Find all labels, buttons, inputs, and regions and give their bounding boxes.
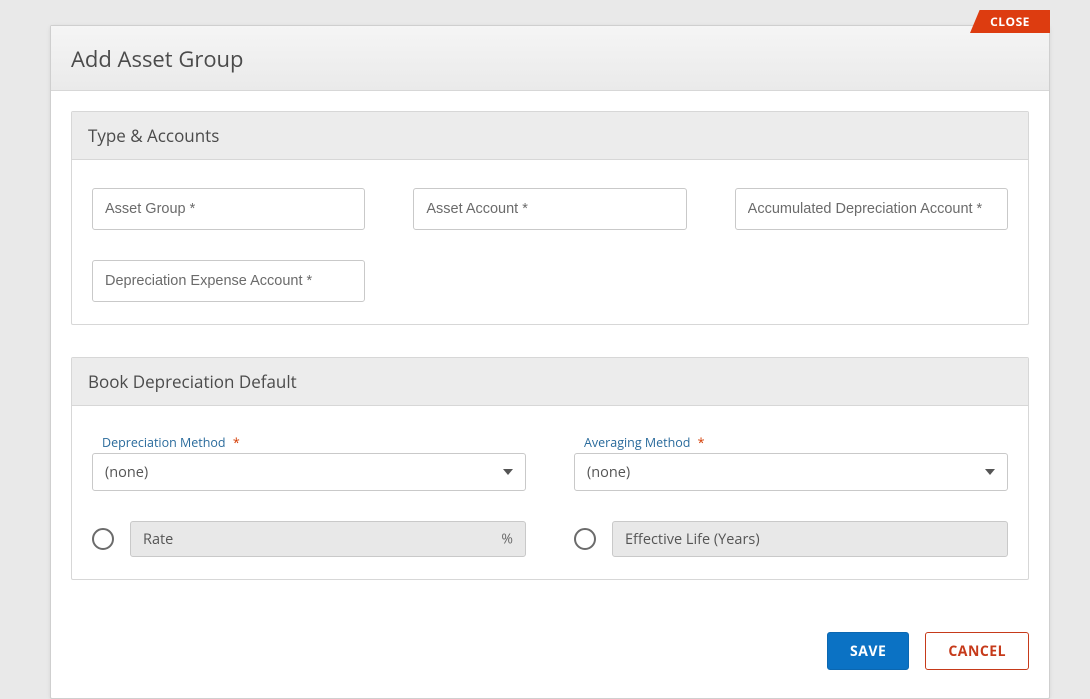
- rate-radio[interactable]: [92, 528, 114, 550]
- effective-life-field[interactable]: Effective Life (Years): [612, 521, 1008, 557]
- rate-option: Rate %: [92, 521, 526, 557]
- depreciation-method-value: (none): [105, 463, 148, 482]
- panel-book-depreciation: Book Depreciation Default Depreciation M…: [71, 357, 1029, 580]
- panel-type-accounts-body: [72, 160, 1028, 324]
- chevron-down-icon: [503, 469, 513, 475]
- modal-title: Add Asset Group: [71, 44, 1029, 74]
- averaging-method-group: Averaging Method * (none): [574, 434, 1008, 491]
- panel-type-accounts-title: Type & Accounts: [72, 112, 1028, 160]
- effective-life-radio[interactable]: [574, 528, 596, 550]
- effective-life-label: Effective Life (Years): [625, 530, 760, 549]
- percent-icon: %: [501, 530, 513, 549]
- chevron-down-icon: [985, 469, 995, 475]
- panel-book-depreciation-body: Depreciation Method * (none) Averaging M…: [72, 406, 1028, 579]
- panel-type-accounts: Type & Accounts: [71, 111, 1029, 325]
- asset-group-input[interactable]: [92, 188, 365, 230]
- averaging-method-select[interactable]: (none): [574, 453, 1008, 491]
- required-mark: *: [233, 434, 240, 451]
- depreciation-method-label: Depreciation Method *: [102, 434, 526, 451]
- modal-header: Add Asset Group: [51, 26, 1049, 91]
- rate-field[interactable]: Rate %: [130, 521, 526, 557]
- close-label: CLOSE: [990, 13, 1030, 30]
- required-mark: *: [698, 434, 705, 451]
- accumulated-depreciation-account-input[interactable]: [735, 188, 1008, 230]
- panel-book-depreciation-title: Book Depreciation Default: [72, 358, 1028, 406]
- depreciation-expense-account-input[interactable]: [92, 260, 365, 302]
- modal: CLOSE Add Asset Group Type & Accounts Bo…: [50, 25, 1050, 699]
- modal-body: Type & Accounts Book Depreciation Defaul…: [51, 91, 1049, 632]
- asset-account-input[interactable]: [413, 188, 686, 230]
- save-button[interactable]: SAVE: [827, 632, 909, 670]
- cancel-button[interactable]: CANCEL: [925, 632, 1029, 670]
- effective-life-option: Effective Life (Years): [574, 521, 1008, 557]
- averaging-method-value: (none): [587, 463, 630, 482]
- depreciation-method-select[interactable]: (none): [92, 453, 526, 491]
- depreciation-method-group: Depreciation Method * (none): [92, 434, 526, 491]
- averaging-method-label: Averaging Method *: [584, 434, 1008, 451]
- close-button[interactable]: CLOSE: [970, 10, 1050, 33]
- modal-footer: SAVE CANCEL: [51, 632, 1049, 698]
- rate-label: Rate: [143, 530, 173, 549]
